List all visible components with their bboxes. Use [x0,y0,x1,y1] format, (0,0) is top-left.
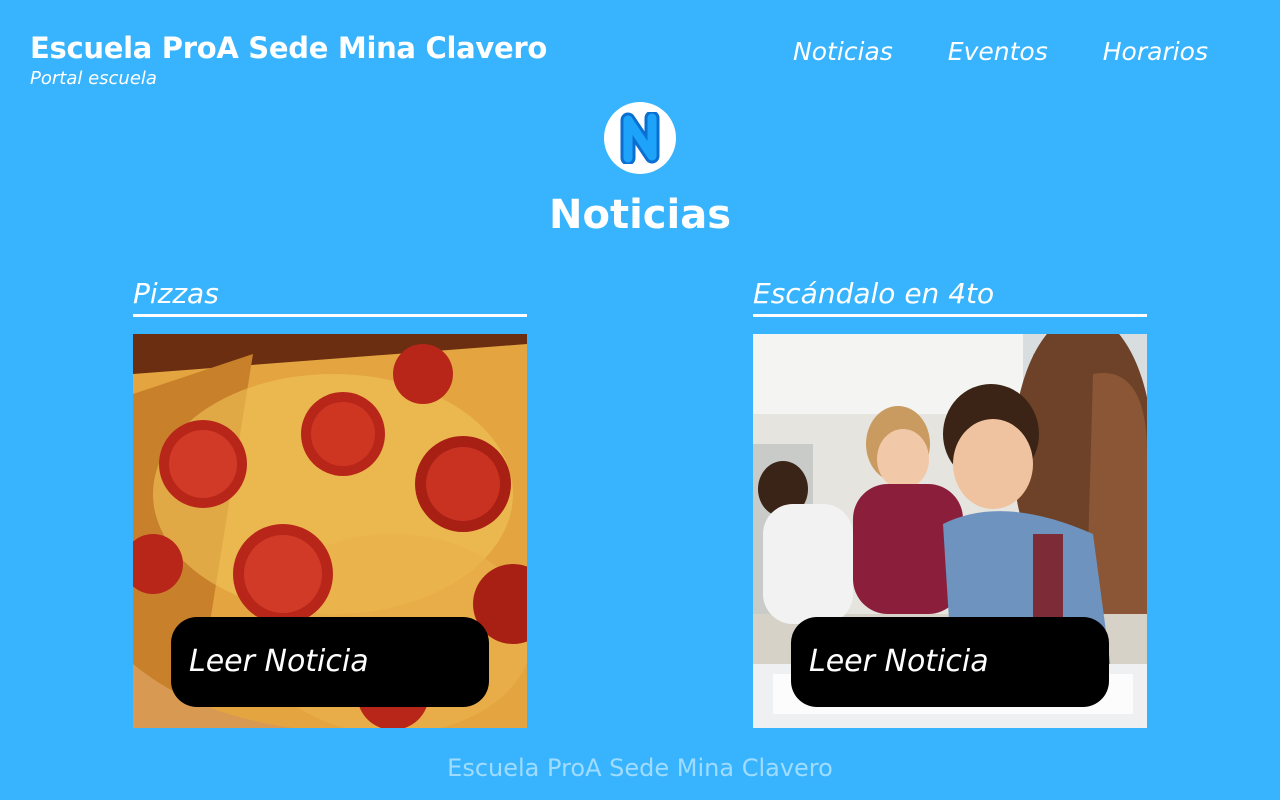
nav-link-horarios[interactable]: Horarios [1103,36,1208,68]
news-logo-icon [620,112,660,164]
pizza-image: Leer Noticia [133,334,527,728]
news-card-title: Escándalo en 4to [753,276,1147,317]
students-image: Leer Noticia [753,334,1147,728]
nav-link-noticias[interactable]: Noticias [793,36,893,68]
brand: Escuela ProA Sede Mina Clavero Portal es… [30,30,547,90]
news-card-title: Pizzas [133,276,527,317]
read-news-button[interactable]: Leer Noticia [791,617,1109,707]
site-subtitle: Portal escuela [30,68,157,89]
news-card-pizzas: Pizzas Leer Noticia [133,276,527,728]
nav-link-eventos[interactable]: Eventos [948,36,1048,68]
site-title: Escuela ProA Sede Mina Clavero [30,31,547,65]
main-nav: Noticias Eventos Horarios [793,36,1208,68]
section-title: Noticias [548,192,731,238]
news-card-escandalo: Escándalo en 4to Leer Noticia [753,276,1147,728]
read-news-button[interactable]: Leer Noticia [171,617,489,707]
site-footer: Escuela ProA Sede Mina Clavero [447,754,833,782]
news-logo [604,102,676,174]
